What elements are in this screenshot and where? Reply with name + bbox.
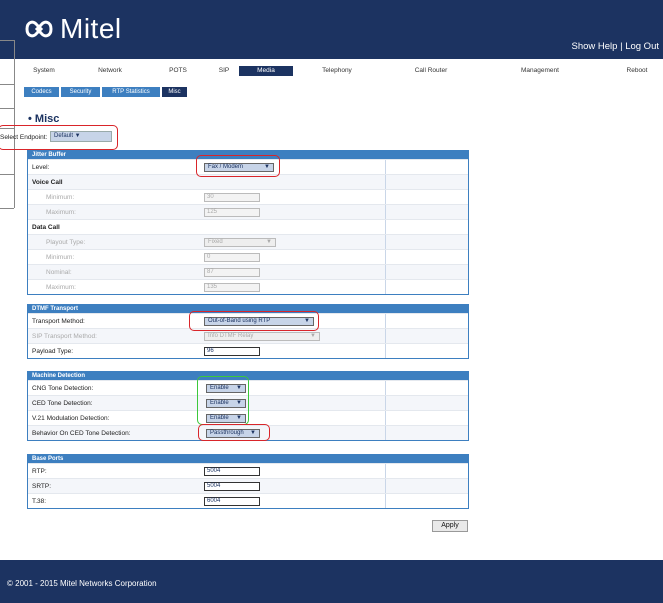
page: Mitel Show Help | Log Out System Network… [0,0,663,603]
transport-method-label: Transport Method: [32,318,85,325]
dc-nominal-label: Nominal: [46,269,72,276]
endpoint-label: Select Endpoint: [0,134,48,141]
data-call-heading: Data Call [32,224,60,231]
header-bar: Mitel Show Help | Log Out [0,0,663,59]
sip-transport-method-label: SIP Transport Method: [32,333,97,340]
edge-line [0,174,14,175]
sip-transport-method-select: Info DTMF Relay ▼ [204,332,320,341]
vc-minimum-input: 30 [204,193,260,202]
header-links: Show Help | Log Out [571,41,659,52]
v21-modulation-select[interactable]: Enable ▼ [206,414,246,423]
rtp-port-input[interactable]: 5004 [204,467,260,476]
chevron-down-icon: ▼ [236,400,242,406]
edge-line [0,128,14,129]
base-ports-header: Base Ports [28,455,468,463]
ced-tone-select[interactable]: Enable ▼ [206,399,246,408]
transport-method-select[interactable]: Out-of-Band using RTP ▼ [204,317,314,326]
vc-maximum-label: Maximum: [46,209,76,216]
t38-port-input[interactable]: 6004 [204,497,260,506]
dc-maximum-input: 135 [204,283,260,292]
link-separator: | [620,41,623,52]
main-nav: System Network POTS SIP Media Telephony … [24,66,663,76]
playout-type-label: Playout Type: [46,239,86,246]
nav-pots[interactable]: POTS [160,66,196,76]
ced-tone-label: CED Tone Detection: [32,400,93,407]
t38-port-label: T.38: [32,498,47,505]
dtmf-transport-header: DTMF Transport [28,305,468,313]
mitel-logo: Mitel [24,13,142,45]
base-ports-panel: Base Ports RTP: 5004 SRTP: 5004 T.38: 6004 [27,454,469,509]
voice-call-heading: Voice Call [32,179,63,186]
edge-line [0,108,14,109]
dc-minimum-input: 0 [204,253,260,262]
copyright-text: © 2001 - 2015 Mitel Networks Corporation [7,579,157,588]
nav-reboot[interactable]: Reboot [617,66,657,76]
transport-method-value: Out-of-Band using RTP [208,318,271,324]
dtmf-transport-panel: DTMF Transport Transport Method: Out-of-B… [27,304,469,359]
edge-line [14,40,15,208]
cng-tone-label: CNG Tone Detection: [32,385,94,392]
nav-system[interactable]: System [24,66,64,76]
chevron-down-icon: ▼ [264,164,270,170]
jitter-buffer-panel: Jitter Buffer Level: Fax / Modem ▼ Voice C… [27,150,469,295]
vc-maximum-input: 125 [204,208,260,217]
sip-transport-method-value: Info DTMF Relay [208,333,254,339]
dc-maximum-label: Maximum: [46,284,76,291]
tab-codecs[interactable]: Codecs [24,87,59,97]
ced-behavior-value: Passthrough [210,430,244,436]
page-title: • Misc [28,113,60,125]
apply-button[interactable]: Apply [432,520,468,532]
payload-type-label: Payload Type: [32,348,74,355]
jitter-buffer-header: Jitter Buffer [28,151,468,159]
machine-detection-panel: Machine Detection CNG Tone Detection: Ena… [27,371,469,441]
chevron-down-icon: ▼ [236,385,242,391]
playout-type-select: Fixed ▼ [204,238,276,247]
log-out-link[interactable]: Log Out [625,41,659,52]
chevron-down-icon: ▼ [310,333,316,339]
edge-line [0,40,14,41]
v21-modulation-label: V.21 Modulation Detection: [32,415,110,422]
playout-type-value: Fixed [208,239,223,245]
chevron-down-icon: ▼ [266,239,272,245]
nav-network[interactable]: Network [90,66,130,76]
logo-text: Mitel [60,13,122,44]
cng-tone-select[interactable]: Enable ▼ [206,384,246,393]
endpoint-select-value: Default [54,133,74,139]
ced-tone-value: Enable [210,400,229,406]
nav-management[interactable]: Management [512,66,568,76]
payload-type-input[interactable]: 96 [204,347,260,356]
nav-telephony[interactable]: Telephony [312,66,362,76]
rtp-port-label: RTP: [32,468,47,475]
nav-sip[interactable]: SIP [209,66,239,76]
v21-modulation-value: Enable [210,415,229,421]
machine-detection-header: Machine Detection [28,372,468,380]
edge-line [0,208,14,209]
level-label: Level: [32,164,50,171]
endpoint-select[interactable]: Default ▼ [50,131,112,142]
dc-nominal-input: 87 [204,268,260,277]
chevron-down-icon: ▼ [304,318,310,324]
chevron-down-icon: ▼ [236,415,242,421]
ced-behavior-label: Behavior On CED Tone Detection: [32,430,131,437]
tab-misc[interactable]: Misc [162,87,187,97]
tab-security[interactable]: Security [61,87,100,97]
dc-minimum-label: Minimum: [46,254,75,261]
mitel-logo-icon [25,20,53,38]
level-select-value: Fax / Modem [208,164,244,170]
srtp-port-input[interactable]: 5004 [204,482,260,491]
footer-bar: © 2001 - 2015 Mitel Networks Corporation [0,560,663,603]
level-select[interactable]: Fax / Modem ▼ [204,163,274,172]
vc-minimum-label: Minimum: [46,194,75,201]
show-help-link[interactable]: Show Help [571,41,617,52]
srtp-port-label: SRTP: [32,483,52,490]
edge-line [0,84,14,85]
tab-rtp-statistics[interactable]: RTP Statistics [102,87,160,97]
nav-media[interactable]: Media [239,66,293,76]
chevron-down-icon: ▼ [250,430,256,436]
nav-call-router[interactable]: Call Router [406,66,456,76]
ced-behavior-select[interactable]: Passthrough ▼ [206,429,260,438]
cng-tone-value: Enable [210,385,229,391]
